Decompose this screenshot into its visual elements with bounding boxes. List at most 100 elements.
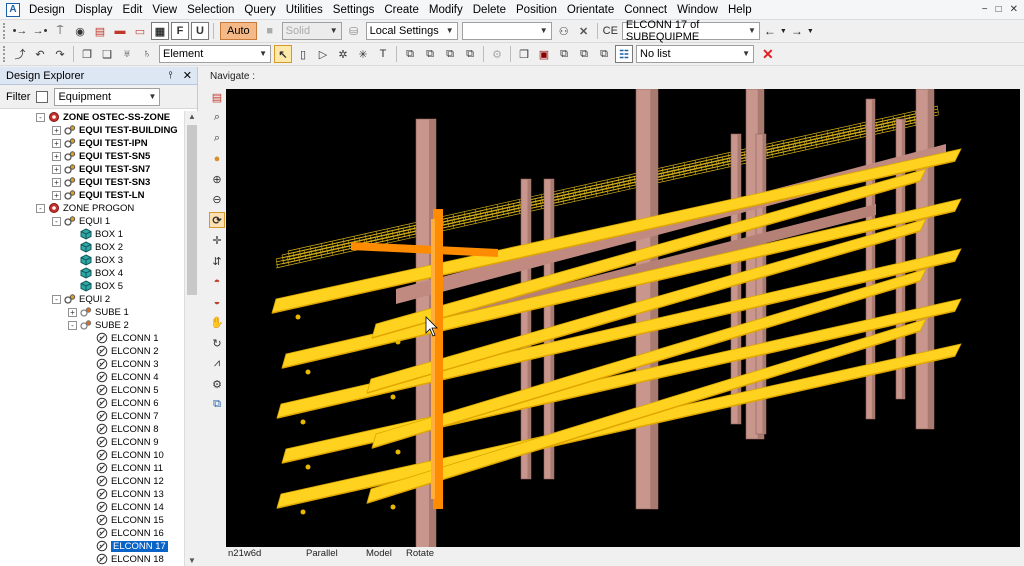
- tree-item[interactable]: ELCONN 2: [0, 345, 184, 358]
- tree-item[interactable]: + EQUI TEST-LN: [0, 189, 184, 202]
- tree-item[interactable]: + SUBE 1: [0, 306, 184, 319]
- expand-icon[interactable]: +: [52, 152, 61, 161]
- redo-icon[interactable]: ↷: [51, 45, 69, 63]
- expand-icon[interactable]: +: [68, 308, 77, 317]
- tree-item[interactable]: + EQUI TEST-SN3: [0, 176, 184, 189]
- collapse-icon[interactable]: -: [36, 113, 45, 122]
- undo-icon[interactable]: ↶: [31, 45, 49, 63]
- model-3d-canvas[interactable]: [226, 89, 1020, 547]
- refresh-icon[interactable]: ↻: [209, 335, 225, 351]
- tree-item[interactable]: - ZONE PROGON: [0, 202, 184, 215]
- connect-icon[interactable]: •→: [11, 22, 29, 40]
- filter-select[interactable]: Equipment ▼: [54, 87, 161, 106]
- tree-item[interactable]: ELCONN 1: [0, 332, 184, 345]
- menu-position[interactable]: Position: [511, 0, 562, 20]
- tree-item[interactable]: BOX 3: [0, 254, 184, 267]
- select-remove-icon[interactable]: ✳: [354, 45, 372, 63]
- view-frame-icon[interactable]: ⧉: [209, 397, 225, 413]
- binoculars-icon[interactable]: ⚇: [555, 22, 573, 40]
- rotate-view-icon[interactable]: ⟳: [209, 212, 225, 228]
- tree-item[interactable]: BOX 1: [0, 228, 184, 241]
- tree-item[interactable]: ELCONN 11: [0, 462, 184, 475]
- tree-item[interactable]: ELCONN 4: [0, 371, 184, 384]
- expand-icon[interactable]: +: [52, 165, 61, 174]
- walk-icon[interactable]: ⇵: [209, 253, 225, 269]
- triangle-select-icon[interactable]: ▷: [314, 45, 332, 63]
- tree-item[interactable]: BOX 2: [0, 241, 184, 254]
- view-search-icon[interactable]: ⌕: [209, 110, 225, 126]
- tree-item[interactable]: ELCONN 14: [0, 501, 184, 514]
- view-sphere-icon[interactable]: ●: [209, 151, 225, 167]
- color-swatch-icon[interactable]: ■: [261, 22, 279, 40]
- tree-item[interactable]: ELCONN 7: [0, 410, 184, 423]
- menu-edit[interactable]: Edit: [118, 0, 148, 20]
- tree-item[interactable]: - EQUI 1: [0, 215, 184, 228]
- tree-item[interactable]: - SUBE 2: [0, 319, 184, 332]
- text-select-icon[interactable]: T: [374, 45, 392, 63]
- tree-item[interactable]: ELCONN 13: [0, 488, 184, 501]
- crane-icon[interactable]: ⍑: [51, 22, 69, 40]
- app-icon[interactable]: A: [6, 2, 20, 17]
- tree-item[interactable]: BOX 4: [0, 267, 184, 280]
- grid-icon[interactable]: ▦: [151, 22, 169, 40]
- explorer-scrollbar[interactable]: ▲ ▼: [184, 111, 198, 566]
- minimize-icon[interactable]: −: [982, 4, 988, 15]
- tree-item[interactable]: ELCONN 16: [0, 527, 184, 540]
- close-icon[interactable]: ✕: [1010, 4, 1018, 15]
- tree-item[interactable]: ELCONN 9: [0, 436, 184, 449]
- camera-2-icon[interactable]: ◒: [209, 294, 225, 310]
- unlink-icon[interactable]: ♄: [138, 45, 156, 63]
- tree-item[interactable]: - ZONE OSTEC-SS-ZONE: [0, 111, 184, 124]
- menu-query[interactable]: Query: [239, 0, 280, 20]
- menu-design[interactable]: Design: [24, 0, 70, 20]
- tree-item[interactable]: ELCONN 18: [0, 553, 184, 566]
- toolbar-grip[interactable]: [3, 23, 7, 39]
- auto-button[interactable]: Auto: [220, 22, 257, 40]
- disconnect-icon[interactable]: →•: [31, 22, 49, 40]
- tree-item[interactable]: + EQUI TEST-SN5: [0, 150, 184, 163]
- scrollbar-thumb[interactable]: [187, 125, 197, 295]
- copy-list-icon[interactable]: ❐: [515, 45, 533, 63]
- expand-icon[interactable]: +: [52, 178, 61, 187]
- restore-icon[interactable]: □: [996, 4, 1002, 15]
- list-select[interactable]: No list ▼: [636, 45, 754, 63]
- collapse-icon[interactable]: -: [36, 204, 45, 213]
- list-window-3-icon[interactable]: ⧉: [595, 45, 613, 63]
- collapse-icon[interactable]: -: [68, 321, 77, 330]
- window-icon[interactable]: ▬: [111, 22, 129, 40]
- model-scene[interactable]: [226, 89, 1020, 547]
- pointer-icon[interactable]: ↖: [274, 45, 292, 63]
- forward-arrow-icon[interactable]: →: [791, 24, 803, 38]
- view-search-2-icon[interactable]: ⌕: [209, 130, 225, 146]
- camera-1-icon[interactable]: ◓: [209, 274, 225, 290]
- collapse-icon[interactable]: ⤴: [11, 45, 29, 63]
- card-red-icon[interactable]: ▤: [91, 22, 109, 40]
- clear-list-icon[interactable]: ✕: [762, 46, 774, 63]
- expand-icon[interactable]: +: [52, 191, 61, 200]
- menu-orientate[interactable]: Orientate: [562, 0, 619, 20]
- database-icon[interactable]: ⛁: [345, 22, 363, 40]
- menu-display[interactable]: Display: [70, 0, 118, 20]
- window-view-2-icon[interactable]: ⧉: [421, 45, 439, 63]
- toolbar-grip[interactable]: [3, 46, 7, 62]
- collapse-icon[interactable]: -: [52, 295, 61, 304]
- window-view-1-icon[interactable]: ⧉: [401, 45, 419, 63]
- window-view-3-icon[interactable]: ⧉: [441, 45, 459, 63]
- menu-connect[interactable]: Connect: [619, 0, 672, 20]
- view-limits-icon[interactable]: ▤: [209, 89, 225, 105]
- tree-item[interactable]: + EQUI TEST-IPN: [0, 137, 184, 150]
- expand-icon[interactable]: +: [52, 139, 61, 148]
- tree-item[interactable]: ELCONN 3: [0, 358, 184, 371]
- card-icon[interactable]: ▭: [131, 22, 149, 40]
- tree-item[interactable]: - EQUI 2: [0, 293, 184, 306]
- tree-item[interactable]: + EQUI TEST-BUILDING: [0, 124, 184, 137]
- back-arrow-icon[interactable]: ←: [764, 24, 776, 38]
- menu-window[interactable]: Window: [672, 0, 723, 20]
- menu-help[interactable]: Help: [723, 0, 757, 20]
- tree-item[interactable]: ELCONN 15: [0, 514, 184, 527]
- hand-icon[interactable]: ✋: [209, 315, 225, 331]
- chevron-down-icon[interactable]: ▼: [807, 28, 814, 35]
- tree-item[interactable]: BOX 5: [0, 280, 184, 293]
- select-add-icon[interactable]: ✲: [334, 45, 352, 63]
- orbit-icon[interactable]: ⚙: [209, 376, 225, 392]
